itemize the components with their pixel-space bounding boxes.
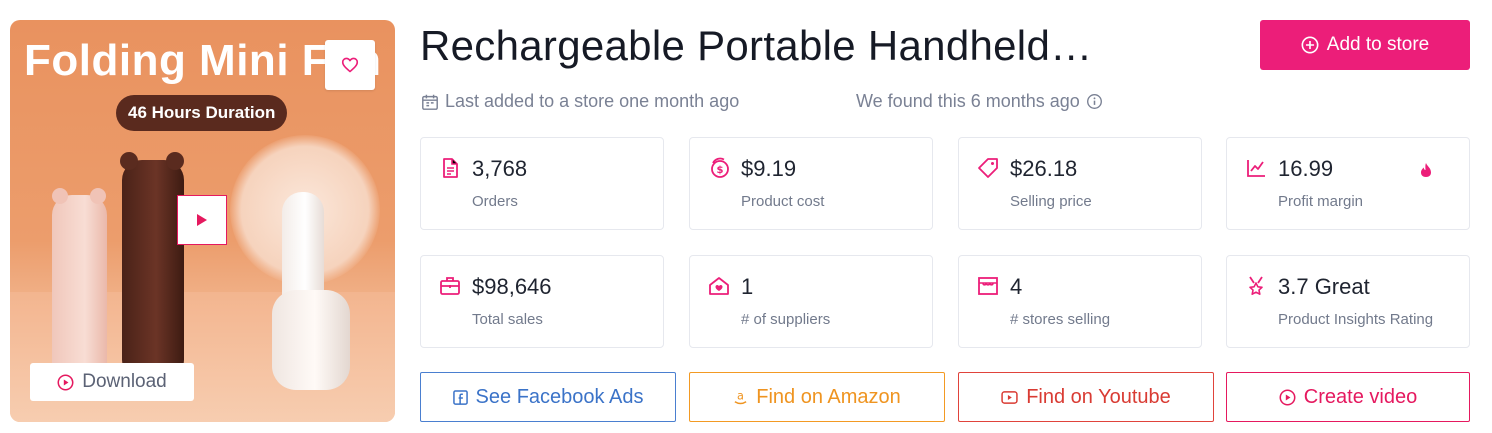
find-on-youtube-button[interactable]: Find on Youtube — [958, 372, 1214, 422]
store-icon — [978, 277, 998, 295]
create-video-button[interactable]: Create video — [1226, 372, 1470, 422]
download-label: Download — [82, 371, 167, 392]
stat-value: 4 — [1010, 274, 1023, 299]
stat-value: $98,646 — [472, 274, 552, 299]
stat-value: $9.19 — [741, 156, 797, 181]
stat-card-orders: 3,768 Orders — [420, 137, 664, 230]
stat-label: Total sales — [472, 311, 543, 328]
found-date-text: We found this 6 months ago — [856, 91, 1080, 111]
play-circle-icon — [57, 374, 74, 390]
stat-value: 3,768 — [472, 156, 528, 181]
stat-card-total-sales: $98,646 Total sales — [420, 255, 664, 348]
coins-icon: $ — [711, 157, 729, 178]
pink-fan-ear-right — [90, 188, 106, 204]
image-duration-badge: 46 Hours Duration — [116, 95, 288, 131]
product-image[interactable]: Folding Mini Fan 46 Hours Duration Downl… — [10, 20, 395, 422]
award-icon — [1249, 276, 1263, 295]
see-facebook-ads-button[interactable]: See Facebook Ads — [420, 372, 676, 422]
find-on-amazon-button[interactable]: a Find on Amazon — [689, 372, 945, 422]
play-circle-icon — [1279, 389, 1296, 405]
brown-fan-device — [122, 160, 184, 380]
stat-card-stores-selling: 4 # stores selling — [958, 255, 1202, 348]
brown-fan-ear-right — [166, 152, 184, 170]
svg-text:a: a — [737, 389, 744, 402]
stat-label: Product cost — [741, 193, 825, 210]
amazon-icon: a — [734, 389, 747, 404]
create-video-label: Create video — [1303, 385, 1418, 408]
last-added-info: Last added to a store one month ago — [421, 91, 739, 112]
stat-card-insights-rating: 3.7 Great Product Insights Rating — [1226, 255, 1470, 348]
stat-label: Orders — [472, 193, 518, 210]
stat-value: 16.99 — [1278, 156, 1334, 181]
play-video-button[interactable] — [177, 195, 227, 245]
download-button[interactable]: Download — [30, 363, 194, 401]
stat-label: # stores selling — [1010, 311, 1111, 328]
calendar-icon — [422, 94, 438, 110]
add-to-store-label: Add to store — [1326, 34, 1430, 55]
stat-value: 1 — [741, 274, 754, 299]
stat-card-profit-margin: 16.99 Profit margin — [1226, 137, 1470, 230]
facebook-icon — [452, 389, 468, 405]
chart-line-icon — [1247, 160, 1265, 177]
last-added-text: Last added to a store one month ago — [445, 91, 740, 111]
supplier-icon — [709, 277, 729, 295]
plus-circle-icon — [1301, 36, 1319, 54]
stat-card-product-cost: $ $9.19 Product cost — [689, 137, 933, 230]
white-fan-base — [272, 290, 350, 390]
amazon-label: Find on Amazon — [756, 385, 901, 408]
svg-text:$: $ — [717, 165, 724, 176]
stat-card-selling-price: $26.18 Selling price — [958, 137, 1202, 230]
favorite-button[interactable] — [325, 40, 375, 90]
youtube-icon — [1001, 390, 1018, 404]
stat-card-suppliers: 1 # of suppliers — [689, 255, 933, 348]
stat-value: $26.18 — [1010, 156, 1078, 181]
stat-label: # of suppliers — [741, 311, 831, 328]
found-date-info: We found this 6 months ago — [856, 91, 1103, 112]
flame-icon — [1421, 163, 1431, 177]
add-to-store-button[interactable]: Add to store — [1260, 20, 1470, 70]
play-icon — [197, 214, 207, 226]
youtube-label: Find on Youtube — [1026, 385, 1171, 408]
product-title: Rechargeable Portable Handheld… — [420, 22, 1093, 69]
document-icon — [443, 158, 458, 178]
info-icon[interactable] — [1086, 93, 1103, 110]
stat-label: Product Insights Rating — [1278, 311, 1434, 328]
pink-fan-ear-left — [52, 188, 68, 204]
stat-value: 3.7 Great — [1278, 274, 1370, 299]
heart-icon — [341, 57, 359, 73]
tag-icon — [978, 158, 998, 178]
brown-fan-ear-left — [120, 152, 138, 170]
stat-label: Profit margin — [1278, 193, 1364, 210]
stat-label: Selling price — [1010, 193, 1092, 210]
briefcase-icon — [440, 277, 460, 295]
facebook-label: See Facebook Ads — [475, 385, 644, 408]
